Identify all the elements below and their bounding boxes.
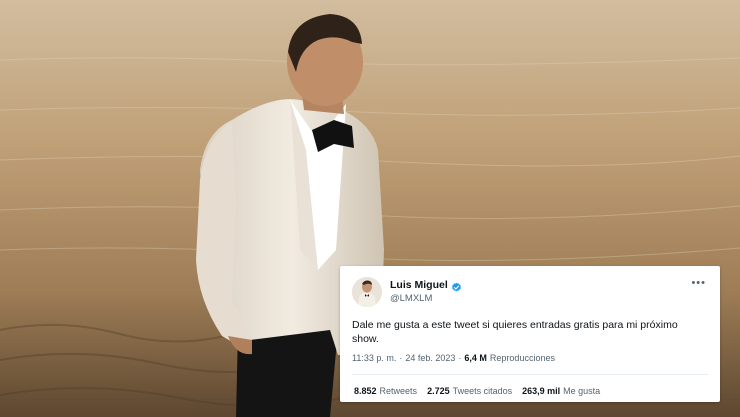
author-name[interactable]: Luis Miguel bbox=[390, 279, 448, 291]
quotes-count: 2.725 bbox=[427, 386, 450, 396]
author-handle[interactable]: @LMXLM bbox=[390, 293, 432, 304]
views-count: 6,4 M bbox=[464, 353, 487, 363]
author-row: Luis Miguel bbox=[390, 279, 462, 291]
engagement-stats: 8.852 Retweets 2.725 Tweets citados 263,9 … bbox=[354, 386, 600, 396]
verified-badge-icon bbox=[451, 280, 462, 291]
likes-stat[interactable]: 263,9 mil Me gusta bbox=[522, 386, 600, 396]
avatar[interactable] bbox=[352, 277, 382, 307]
divider bbox=[352, 374, 708, 375]
likes-count: 263,9 mil bbox=[522, 386, 561, 396]
quotes-stat[interactable]: 2.725 Tweets citados bbox=[427, 386, 512, 396]
tweet-date[interactable]: 24 feb. 2023 bbox=[405, 353, 455, 363]
meta-separator: · bbox=[458, 353, 462, 363]
avatar-image bbox=[352, 277, 382, 307]
quotes-label: Tweets citados bbox=[452, 386, 513, 396]
likes-label: Me gusta bbox=[563, 386, 601, 396]
retweets-stat[interactable]: 8.852 Retweets bbox=[354, 386, 417, 396]
tweet-card[interactable]: Luis Miguel @LMXLM ••• Dale me gusta a e… bbox=[340, 266, 720, 402]
meta-separator: · bbox=[399, 353, 403, 363]
retweets-count: 8.852 bbox=[354, 386, 377, 396]
more-icon[interactable]: ••• bbox=[691, 277, 706, 289]
retweets-label: Retweets bbox=[379, 386, 418, 396]
tweet-text: Dale me gusta a este tweet si quieres en… bbox=[352, 319, 678, 345]
tweet-meta: 11:33 p. m. · 24 feb. 2023 · 6,4 M Repro… bbox=[352, 353, 555, 363]
tweet-time[interactable]: 11:33 p. m. bbox=[352, 353, 396, 363]
views-label: Reproducciones bbox=[489, 353, 555, 363]
